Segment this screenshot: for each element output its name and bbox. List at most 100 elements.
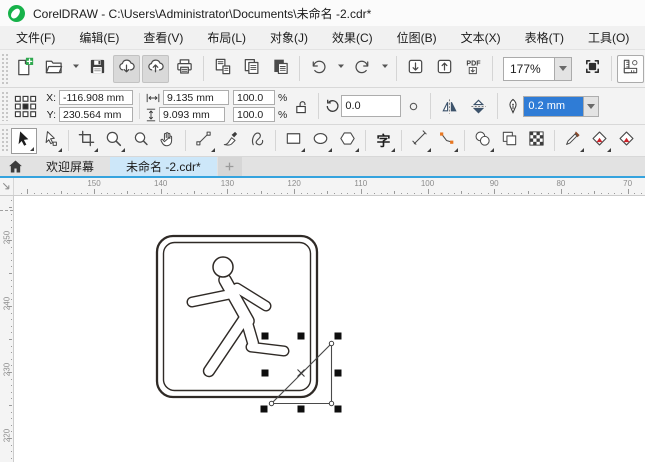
save-button[interactable] bbox=[84, 55, 111, 83]
exit-sign[interactable] bbox=[155, 234, 319, 399]
pick-tool[interactable] bbox=[10, 127, 37, 154]
dimension-tool[interactable] bbox=[407, 128, 433, 154]
publish-pdf-button[interactable]: PDF bbox=[460, 55, 487, 83]
ruler-tick bbox=[560, 189, 562, 194]
artistic-media-tool[interactable] bbox=[218, 128, 244, 154]
outline-width-combo[interactable]: 0.2 mm bbox=[523, 95, 600, 117]
menu-v[interactable]: 查看(V) bbox=[131, 26, 195, 49]
fullscreen-preview-button[interactable] bbox=[579, 55, 606, 83]
polygon-tool[interactable] bbox=[335, 128, 361, 154]
undo-dropdown[interactable] bbox=[334, 55, 347, 83]
export-button[interactable] bbox=[142, 54, 169, 83]
toolbox-grip[interactable] bbox=[1, 128, 8, 153]
object-width-field[interactable]: 9.135 mm bbox=[163, 90, 229, 105]
toolbar-grip[interactable] bbox=[1, 53, 8, 84]
scale-y-field[interactable]: 100.0 bbox=[233, 107, 275, 122]
scale-x-field[interactable]: 100.0 bbox=[233, 90, 275, 105]
new-document-button[interactable] bbox=[11, 55, 38, 83]
export-file-button[interactable] bbox=[431, 55, 458, 83]
tab-document-active[interactable]: 未命名 -2.cdr* bbox=[110, 157, 217, 176]
crop-tool[interactable] bbox=[74, 128, 100, 154]
zoom-level-combo[interactable]: 177% bbox=[503, 56, 572, 81]
freehand-tool[interactable] bbox=[191, 128, 217, 154]
ruler-tick bbox=[327, 190, 329, 194]
menu-e[interactable]: 编辑(E) bbox=[67, 26, 131, 49]
menu-x[interactable]: 文本(X) bbox=[449, 26, 513, 49]
object-x-field[interactable]: -116.908 mm bbox=[59, 90, 133, 105]
ruler-tick bbox=[134, 192, 136, 194]
ruler-tick bbox=[120, 192, 122, 194]
import-file-button[interactable] bbox=[402, 55, 429, 83]
ruler-tick bbox=[10, 391, 12, 393]
ruler-tick bbox=[354, 192, 356, 194]
selection-handle[interactable] bbox=[334, 332, 342, 340]
outline-width-value[interactable]: 0.2 mm bbox=[524, 96, 584, 116]
zoom-level-value[interactable]: 177% bbox=[504, 62, 554, 76]
outline-width-caret[interactable] bbox=[583, 96, 599, 116]
selection-handle[interactable] bbox=[261, 332, 269, 340]
h-ruler-label: 130 bbox=[220, 179, 235, 188]
menu-c[interactable]: 效果(C) bbox=[320, 26, 385, 49]
open-dropdown[interactable] bbox=[69, 55, 82, 83]
ruler-tick bbox=[580, 192, 582, 194]
pattern-fill-tool[interactable] bbox=[524, 128, 550, 154]
selection-handle[interactable] bbox=[334, 369, 342, 377]
drawing-canvas[interactable] bbox=[14, 196, 645, 462]
menu-l[interactable]: 布局(L) bbox=[195, 26, 258, 49]
redo-button[interactable] bbox=[349, 55, 376, 83]
rectangle-tool[interactable] bbox=[281, 128, 307, 154]
menu-j[interactable]: 对象(J) bbox=[258, 26, 320, 49]
zoom-tool[interactable] bbox=[101, 128, 127, 154]
object-height-field[interactable]: 9.093 mm bbox=[159, 107, 225, 122]
ruler-tick bbox=[294, 189, 296, 194]
connector-tool[interactable] bbox=[434, 128, 460, 154]
new-tab-button[interactable] bbox=[217, 157, 242, 176]
open-document-button[interactable] bbox=[40, 55, 67, 83]
selection-handle[interactable] bbox=[297, 332, 305, 340]
menu-o[interactable]: 工具(O) bbox=[576, 26, 641, 49]
shape-tool[interactable] bbox=[38, 128, 64, 154]
show-rulers-button[interactable] bbox=[617, 54, 644, 83]
rotation-angle-field[interactable]: 0.0 bbox=[341, 95, 402, 117]
magnifier-tool[interactable] bbox=[128, 128, 154, 154]
horizontal-ruler[interactable]: 150 140 130 120 110 100 90 80 70 bbox=[14, 178, 645, 195]
menu-f[interactable]: 文件(F) bbox=[4, 26, 67, 49]
node-handle[interactable] bbox=[328, 400, 335, 407]
color-eyedropper-tool[interactable] bbox=[560, 128, 586, 154]
welcome-home-button[interactable] bbox=[0, 157, 30, 176]
ellipse-tool[interactable] bbox=[308, 128, 334, 154]
ruler-origin-button[interactable] bbox=[0, 178, 14, 195]
vertical-ruler[interactable]: 250 240 230 220 bbox=[0, 196, 14, 462]
selection-handle[interactable] bbox=[334, 405, 342, 413]
copy-button[interactable] bbox=[238, 55, 265, 83]
selection-handle[interactable] bbox=[260, 405, 268, 413]
interactive-fill-tool[interactable] bbox=[587, 128, 613, 154]
undo-button[interactable] bbox=[305, 55, 332, 83]
pan-tool[interactable] bbox=[155, 128, 181, 154]
print-button[interactable] bbox=[171, 55, 198, 83]
tab-welcome-screen[interactable]: 欢迎屏幕 bbox=[30, 157, 110, 176]
cut-button[interactable] bbox=[209, 55, 236, 83]
flyout-indicator bbox=[579, 147, 584, 152]
text-tool[interactable]: 字 bbox=[371, 128, 397, 154]
drop-shadow-tool[interactable] bbox=[470, 128, 496, 154]
lock-ratio-icon[interactable] bbox=[294, 99, 309, 114]
bspline-tool[interactable] bbox=[245, 128, 271, 154]
paste-button[interactable] bbox=[267, 55, 294, 83]
selection-handle[interactable] bbox=[297, 405, 305, 413]
ruler-tick bbox=[10, 292, 12, 294]
import-button[interactable] bbox=[113, 54, 140, 83]
smart-fill-tool[interactable] bbox=[614, 128, 640, 154]
redo-dropdown[interactable] bbox=[378, 55, 391, 83]
node-handle[interactable] bbox=[328, 340, 335, 347]
property-bar-grip[interactable] bbox=[1, 91, 8, 121]
selection-handle[interactable] bbox=[261, 369, 269, 377]
menu-b[interactable]: 位图(B) bbox=[385, 26, 449, 49]
flip-vertical-icon[interactable] bbox=[469, 97, 488, 116]
zoom-combo-caret[interactable] bbox=[554, 57, 571, 80]
node-handle[interactable] bbox=[268, 400, 275, 407]
flip-horizontal-icon[interactable] bbox=[440, 97, 459, 116]
transparency-tool[interactable] bbox=[497, 128, 523, 154]
menu-t[interactable]: 表格(T) bbox=[513, 26, 576, 49]
object-y-field[interactable]: 230.564 mm bbox=[59, 107, 133, 122]
